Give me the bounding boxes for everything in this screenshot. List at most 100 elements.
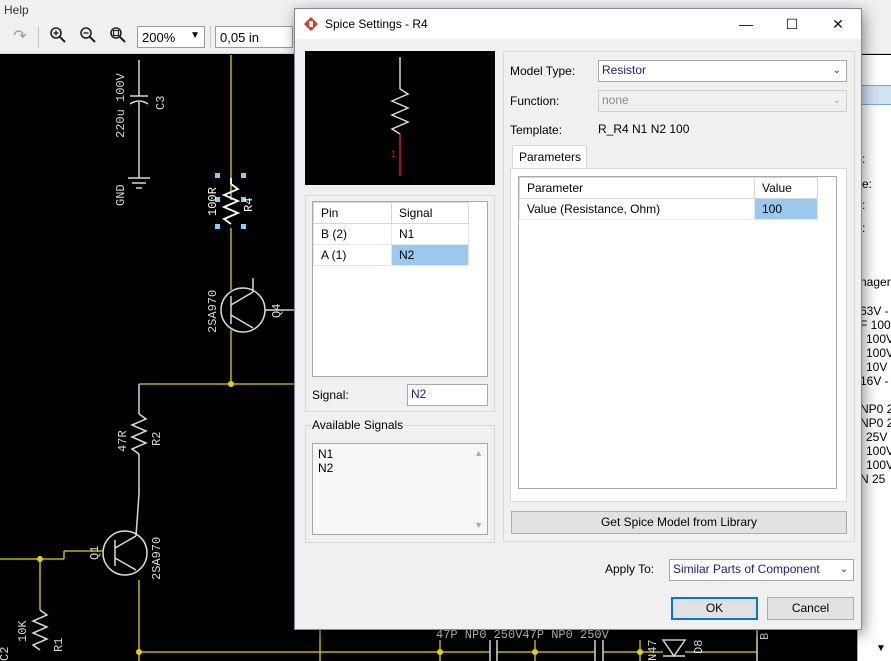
label-r4-ref: R4 [242,198,256,212]
apply-to-value: Similar Parts of Component [673,562,820,576]
right-panel-line: 100V [866,458,891,472]
ok-button[interactable]: OK [671,597,758,620]
right-panel-line: 10V [866,360,888,374]
function-select[interactable]: none ⌄ [598,90,847,112]
label-c3-ref: C3 [154,96,168,110]
pin-table-header: Pin Signal [313,202,469,224]
chevron-down-icon: ⌄ [832,95,841,106]
label-gnd: GND [114,184,128,206]
pin-column-header[interactable]: Pin [313,202,392,224]
right-panel-line: NP0 2 [860,416,891,430]
table-row[interactable]: Value (Resistance, Ohm) 100 [519,198,818,220]
redo-icon[interactable]: ↷ [8,26,32,48]
label-q4-value: 2SA970 [206,290,220,333]
right-panel-line: 100V [866,332,891,346]
symbol-preview: 1 [305,51,495,185]
maximize-button[interactable]: ☐ [769,9,815,39]
app-icon [304,17,318,31]
scroll-up-icon[interactable]: ▲ [474,446,483,460]
label-r1-ref: R1 [52,638,66,652]
template-label: Template: [510,123,563,137]
tab-parameters[interactable]: Parameters [512,145,587,169]
chevron-down-icon: ▼ [190,30,200,41]
menu-help[interactable]: Help [4,3,29,17]
right-panel-line: N 25 [860,472,886,486]
zoom-select[interactable]: 200% ▼ [137,26,205,48]
get-spice-model-button[interactable]: Get Spice Model from Library [511,511,847,534]
function-value: none [602,93,629,107]
zoom-value: 200% [142,30,176,45]
signal-cell[interactable]: N2 [391,244,469,266]
right-panel-line: nager [860,275,891,289]
label-r1-value: 10K [16,620,30,642]
available-signals-label: Available Signals [311,418,405,432]
chevron-down-icon: ⌄ [832,65,841,76]
parameters-table-container: Parameter Value Value (Resistance, Ohm) … [518,176,837,489]
grid-select[interactable]: 0,05 in [215,26,293,48]
table-row[interactable]: A (1) N2 [313,244,469,266]
scroll-down-icon[interactable]: ▼ [474,518,483,532]
parameters-table: Parameter Value Value (Resistance, Ohm) … [519,177,818,220]
right-panel-line: 63V - [860,304,889,318]
right-panel-line: 16V - [860,374,889,388]
label-q4-ref: Q4 [270,304,284,318]
toolbar-separator [38,26,39,48]
label-bottom-caps: 47P NP0 250V47P NP0 250V [436,628,610,642]
right-panel-line: : [862,221,866,235]
dialog-title: Spice Settings - R4 [325,17,428,31]
toolbar-separator [210,26,211,48]
right-panel-line: : [862,152,866,166]
apply-to-select[interactable]: Similar Parts of Component ⌄ [669,559,854,581]
label-c2: C2 [0,647,12,661]
list-item[interactable]: N2 [318,461,482,475]
right-panel-line: NP0 2 [860,402,891,416]
model-type-label: Model Type: [510,64,576,78]
parameter-name-cell: Value (Resistance, Ohm) [519,198,755,220]
label-r2-value: 47R [116,430,130,452]
spice-settings-dialog: Spice Settings - R4 — ☐ ✕ 1 Pin Signal B… [294,8,862,630]
table-row[interactable]: B (2) N1 [313,223,469,245]
resistor-symbol-icon: 1 [390,57,410,176]
right-panel-line: : [862,198,866,212]
value-column-header[interactable]: Value [754,177,818,199]
right-panel-line: 25V [866,430,888,444]
label-q1-value: 2SA970 [150,537,164,580]
title-bar[interactable]: Spice Settings - R4 — ☐ ✕ [295,9,861,39]
close-button[interactable]: ✕ [815,9,861,39]
right-panel-line: F 100 [860,318,891,332]
preview-pin-number: 1 [391,149,396,159]
zoom-out-icon[interactable] [76,26,100,48]
right-panel-line: 100V [866,444,891,458]
minimize-button[interactable]: — [723,9,769,39]
signal-column-header[interactable]: Signal [391,202,469,224]
parameter-column-header[interactable]: Parameter [519,177,755,199]
scroll-down-icon[interactable]: ▼ [876,643,886,654]
parameters-table-header: Parameter Value [519,177,818,199]
template-value: R_R4 N1 N2 100 [598,122,690,136]
available-signals-list[interactable]: N1 N2 ▲ ▼ [312,443,488,535]
apply-to-label: Apply To: [605,562,655,576]
right-panel-highlight [858,85,891,105]
pin-cell: A (1) [313,244,392,266]
parameter-value-cell[interactable]: 100 [754,198,818,220]
model-type-value: Resistor [602,63,647,77]
signal-input[interactable]: N2 [407,384,488,406]
pin-table: Pin Signal B (2) N1 A (1) N2 [313,202,469,266]
label-b: B [758,633,772,640]
right-panel-line: e: [862,177,873,191]
label-q1-ref: Q1 [88,546,102,560]
label-r2-ref: R2 [150,432,164,446]
zoom-in-icon[interactable] [46,26,70,48]
pin-cell: B (2) [313,223,392,245]
model-type-select[interactable]: Resistor ⌄ [598,60,847,82]
label-n47: N47 [646,639,660,661]
right-panel: e: : : : nager 63V - F 100 100V 100V 10V… [857,55,891,661]
signal-cell[interactable]: N1 [391,223,469,245]
signal-label: Signal: [312,388,349,402]
label-d8: D8 [692,640,706,654]
zoom-fit-icon[interactable] [106,26,130,48]
pin-table-container: Pin Signal B (2) N1 A (1) N2 [312,201,488,377]
label-r4-value: 100R [206,187,220,216]
cancel-button[interactable]: Cancel [767,597,854,620]
list-item[interactable]: N1 [318,447,482,461]
